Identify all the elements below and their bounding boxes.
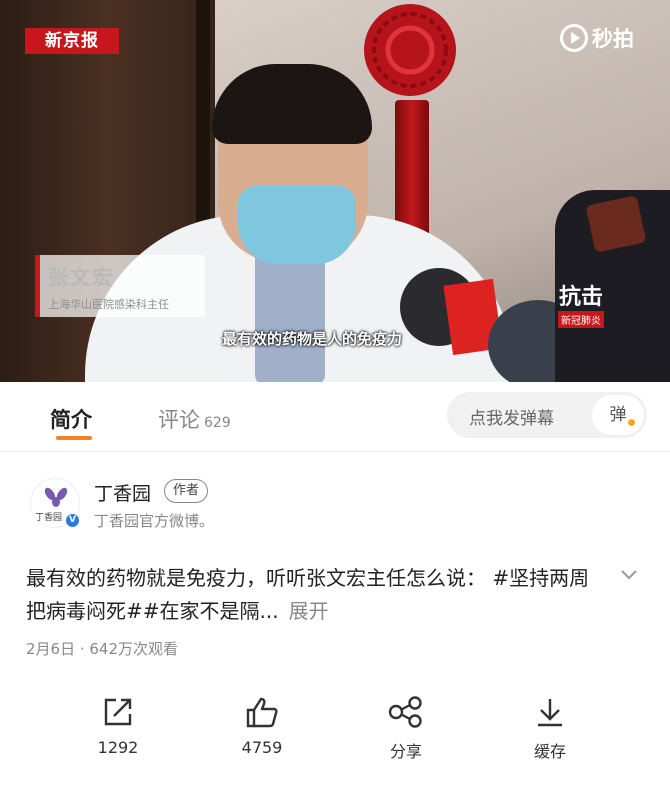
- tab-comments-label: 评论: [158, 408, 200, 432]
- share-out-icon: [104, 698, 132, 726]
- corner-badge: 抗击 新冠肺炎: [558, 285, 604, 328]
- danmu-button-label: 弹: [609, 405, 627, 425]
- speaker-mask: [238, 186, 356, 264]
- speaker-shirt: [255, 245, 325, 382]
- like-button[interactable]: 4759: [212, 696, 312, 757]
- danmu-input[interactable]: 点我发弹幕 弹: [447, 392, 647, 438]
- flower-logo-icon: [52, 497, 60, 507]
- author-name[interactable]: 丁香园: [94, 479, 151, 506]
- comment-count: 629: [204, 415, 231, 431]
- corner-badge-sub: 新冠肺炎: [558, 311, 604, 328]
- source-logo: 新京报: [25, 28, 119, 54]
- tab-comments[interactable]: 评论 629: [158, 404, 231, 434]
- repost-button[interactable]: 1292: [68, 696, 168, 757]
- play-circle-icon: [560, 24, 588, 52]
- cache-button[interactable]: 缓存: [500, 696, 600, 762]
- speaker-nameplate: 张文宏 上海华山医院感染科主任: [35, 255, 205, 317]
- post-description: 最有效的药物就是免疫力，听听张文宏主任怎么说： #坚持两周把病毒闷死##在家不是…: [26, 562, 596, 628]
- speaker-name: 张文宏: [48, 265, 114, 289]
- author-description: 丁香园官方微博。: [94, 512, 215, 530]
- author-tag: 作者: [164, 479, 209, 503]
- verified-badge-icon: V: [64, 512, 81, 529]
- expand-link[interactable]: 展开: [289, 599, 329, 623]
- avatar-brand-text: 丁香园: [35, 513, 63, 523]
- share-nodes-icon: [388, 696, 422, 728]
- chevron-down-icon[interactable]: [620, 565, 638, 583]
- corner-badge-main: 抗击: [558, 284, 603, 310]
- share-label: 分享: [389, 742, 422, 761]
- thumbs-up-icon: [246, 697, 278, 728]
- video-player[interactable]: 新京报 秒拍 张文宏 上海华山医院感染科主任 最有效的药物是人的免疫力 抗击 新…: [0, 0, 670, 382]
- post-meta: 2月6日 · 642万次观看: [26, 640, 179, 658]
- repost-count: 1292: [97, 738, 139, 757]
- active-tab-indicator: [56, 436, 92, 440]
- platform-logo: 秒拍: [560, 22, 634, 54]
- platform-logo-text: 秒拍: [592, 27, 634, 51]
- danmu-placeholder: 点我发弹幕: [469, 409, 554, 429]
- tab-intro[interactable]: 简介: [50, 404, 92, 434]
- video-subtitle: 最有效的药物是人的免疫力: [222, 330, 403, 348]
- author-avatar[interactable]: 丁香园 V: [30, 478, 81, 529]
- danmu-toggle-button[interactable]: 弹: [592, 395, 644, 435]
- like-count: 4759: [241, 738, 283, 757]
- download-icon: [538, 699, 562, 727]
- speaker-title: 上海华山医院感染科主任: [48, 298, 169, 311]
- chinese-knot-decoration: [364, 4, 456, 96]
- cache-label: 缓存: [533, 742, 566, 761]
- danmu-status-dot-icon: [626, 417, 637, 428]
- share-button[interactable]: 分享: [356, 696, 456, 762]
